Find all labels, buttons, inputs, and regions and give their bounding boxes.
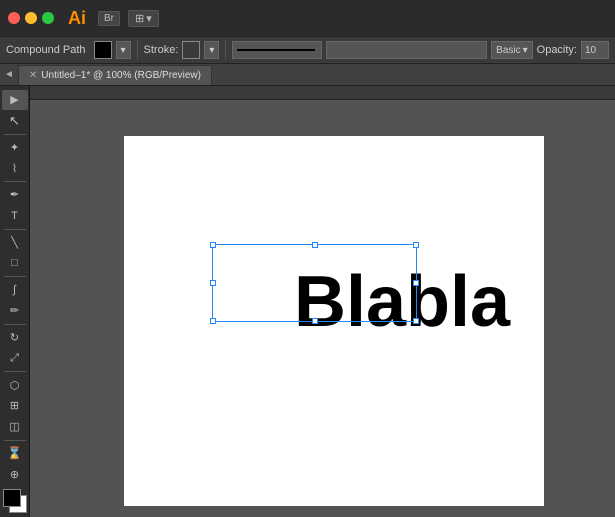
bridge-button[interactable]: Br	[98, 11, 120, 26]
mesh-tool[interactable]: ⊞	[2, 396, 28, 416]
tool-separator-7	[4, 440, 26, 441]
tool-separator-6	[4, 371, 26, 372]
close-button[interactable]	[8, 12, 20, 24]
pen-tool[interactable]: ✒	[2, 185, 28, 205]
scale-icon: ⤢	[10, 352, 19, 365]
tab-close-icon[interactable]: ✕	[29, 70, 37, 81]
document-tab[interactable]: ✕ Untitled–1* @ 100% (RGB/Preview)	[18, 65, 212, 85]
text-content: Blabla	[294, 262, 510, 342]
text-object[interactable]: Blabla	[294, 266, 510, 338]
rotate-tool[interactable]: ↻	[2, 328, 28, 348]
stroke-dropdown[interactable]: ▾	[204, 41, 219, 59]
stroke-width[interactable]	[232, 41, 322, 59]
canvas-area: Blabla	[30, 86, 615, 517]
direct-selection-icon: ↖	[9, 113, 20, 129]
foreground-color-swatch[interactable]	[3, 489, 21, 507]
paintbrush-tool[interactable]: ∫	[2, 280, 28, 300]
window-controls	[8, 12, 54, 24]
opacity-value[interactable]: 10	[581, 41, 609, 59]
lasso-tool[interactable]: ⌇	[2, 158, 28, 178]
magic-wand-icon: ✦	[10, 141, 19, 154]
direct-selection-tool[interactable]: ↖	[2, 111, 28, 131]
lasso-icon: ⌇	[12, 162, 17, 175]
opacity-label: Opacity:	[537, 44, 577, 56]
pencil-tool[interactable]: ✏	[2, 301, 28, 321]
document-canvas[interactable]: Blabla	[44, 116, 615, 517]
scale-tool[interactable]: ⤢	[2, 348, 28, 368]
blend-icon: ⬡	[10, 379, 20, 392]
basic-arrow: ▾	[523, 45, 528, 56]
arrange-button[interactable]: ⊞ ▾	[128, 10, 159, 27]
eyedropper-tool[interactable]: ⌛	[2, 444, 28, 464]
pencil-icon: ✏	[10, 304, 19, 317]
gradient-tool[interactable]: ◫	[2, 417, 28, 437]
stroke-line-preview	[237, 49, 315, 51]
color-swatch-stack[interactable]	[3, 489, 27, 513]
options-bar: Compound Path ▾ Stroke: ▾ Basic ▾ Opacit…	[0, 36, 615, 64]
rect-icon: □	[11, 257, 18, 269]
zoom-tool[interactable]: ⊕	[2, 464, 28, 484]
title-bar: Ai Br ⊞ ▾	[0, 0, 615, 36]
pen-icon: ✒	[10, 188, 19, 201]
type-icon: T	[11, 210, 18, 222]
color-swatches	[3, 485, 27, 517]
selection-tool[interactable]: ▶	[2, 90, 28, 110]
type-tool[interactable]: T	[2, 206, 28, 226]
toolbar: ▶ ↖ ✦ ⌇ ✒ T ╲ □ ∫ ✏	[0, 86, 30, 517]
magic-wand-tool[interactable]: ✦	[2, 138, 28, 158]
paintbrush-icon: ∫	[13, 284, 16, 296]
app-logo: Ai	[68, 8, 86, 29]
tool-separator-2	[4, 181, 26, 182]
maximize-button[interactable]	[42, 12, 54, 24]
minimize-button[interactable]	[25, 12, 37, 24]
separator-1	[137, 40, 138, 60]
rect-tool[interactable]: □	[2, 253, 28, 273]
tab-bar: ◄ ✕ Untitled–1* @ 100% (RGB/Preview)	[0, 64, 615, 86]
main-area: ▶ ↖ ✦ ⌇ ✒ T ╲ □ ∫ ✏	[0, 86, 615, 517]
gradient-icon: ◫	[9, 420, 19, 433]
separator-2	[225, 40, 226, 60]
tab-title: Untitled–1* @ 100% (RGB/Preview)	[41, 70, 201, 81]
arrange-icon: ⊞	[135, 12, 144, 25]
object-type-label: Compound Path	[6, 44, 86, 56]
mesh-icon: ⊞	[10, 399, 19, 412]
fill-dropdown[interactable]: ▾	[116, 41, 131, 59]
tool-separator-5	[4, 324, 26, 325]
blend-tool[interactable]: ⬡	[2, 375, 28, 395]
stroke-label: Stroke:	[144, 44, 179, 56]
stroke-swatch[interactable]	[182, 41, 200, 59]
tab-left-arrow[interactable]: ◄	[4, 69, 14, 80]
line-icon: ╲	[11, 236, 18, 249]
basic-style[interactable]: Basic ▾	[491, 41, 532, 59]
tool-separator-4	[4, 276, 26, 277]
artboard: Blabla	[124, 136, 544, 506]
style-box[interactable]	[326, 41, 487, 59]
horizontal-ruler	[30, 86, 615, 100]
tool-separator-1	[4, 134, 26, 135]
fill-swatch[interactable]	[94, 41, 112, 59]
zoom-icon: ⊕	[10, 468, 19, 481]
basic-label: Basic	[496, 45, 520, 56]
line-tool[interactable]: ╲	[2, 233, 28, 253]
arrange-arrow: ▾	[146, 12, 152, 25]
eyedropper-icon: ⌛	[7, 446, 22, 460]
tool-separator-3	[4, 229, 26, 230]
rotate-icon: ↻	[10, 331, 19, 344]
selection-icon: ▶	[10, 93, 18, 106]
